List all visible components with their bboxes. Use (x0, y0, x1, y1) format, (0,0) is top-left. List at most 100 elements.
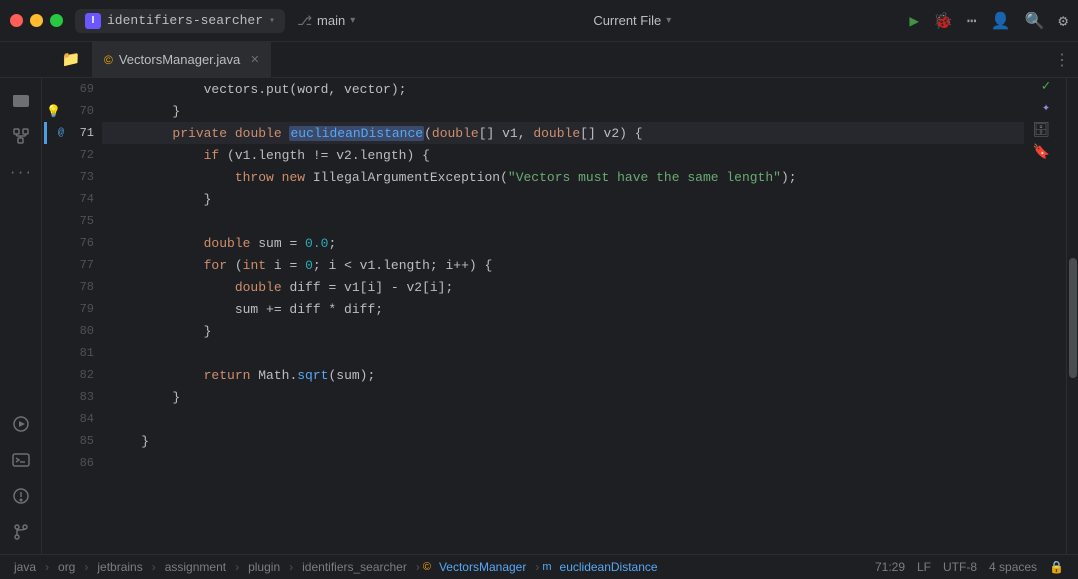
gutter-line-71: @ 71 (42, 122, 102, 144)
code-line-80: } (102, 320, 1024, 342)
tab-more-button[interactable]: ⋮ (1054, 50, 1078, 70)
sidebar-icon-git[interactable] (5, 516, 37, 548)
breadcrumb: java › org › jetbrains › assignment › pl… (8, 560, 869, 574)
code-line-73: throw new IllegalArgumentException("Vect… (102, 166, 1024, 188)
project-selector[interactable]: I identifiers-searcher ▾ (75, 9, 285, 33)
bookmark-icon[interactable]: 🔖 (1033, 144, 1050, 161)
tab-java-icon: © (104, 53, 113, 67)
database-icon[interactable]: 🗄 (1032, 122, 1050, 139)
close-button[interactable] (10, 14, 23, 27)
code-editor[interactable]: vectors.put(word, vector); } private dou… (102, 78, 1024, 554)
code-line-77: for (int i = 0; i < v1.length; i++) { (102, 254, 1024, 276)
gutter-line-86: 86 (42, 452, 102, 474)
code-line-85: } (102, 430, 1024, 452)
maximize-button[interactable] (50, 14, 63, 27)
account-icon[interactable]: 👤 (991, 11, 1011, 31)
code-line-84 (102, 408, 1024, 430)
project-dropdown-icon: ▾ (269, 15, 275, 27)
gutter-line-84: 84 (42, 408, 102, 430)
gutter-line-72: 72 (42, 144, 102, 166)
right-gutter: ✓ ✦ 🗄 🔖 (1024, 78, 1066, 554)
gutter-line-79: 79 (42, 298, 102, 320)
current-file-dropdown-icon: ▾ (666, 15, 671, 26)
code-line-76: double sum = 0.0; (102, 232, 1024, 254)
traffic-lights (10, 14, 63, 27)
breadcrumb-java[interactable]: java (8, 560, 42, 574)
title-bar: I identifiers-searcher ▾ ⎇ main ▾ Curren… (0, 0, 1078, 42)
code-line-81 (102, 342, 1024, 364)
code-line-82: return Math.sqrt(sum); (102, 364, 1024, 386)
tab-bar: 📁 © VectorsManager.java ✕ ⋮ (0, 42, 1078, 78)
settings-icon[interactable]: ⚙ (1058, 11, 1068, 31)
gutter-line-82: 82 (42, 364, 102, 386)
tab-close-button[interactable]: ✕ (250, 53, 259, 66)
sidebar-icon-run[interactable] (5, 408, 37, 440)
code-line-71: private double euclideanDistance(double[… (102, 122, 1024, 144)
scrollbar-thumb[interactable] (1069, 258, 1077, 378)
status-right: 71:29 LF UTF-8 4 spaces 🔒 (869, 560, 1070, 574)
sidebar-icon-warning[interactable] (5, 480, 37, 512)
gutter-line-80: 80 (42, 320, 102, 342)
sidebar-icon-terminal[interactable] (5, 444, 37, 476)
main-content: ··· 69 💡 70 @ 71 72 73 74 75 76 (0, 78, 1078, 554)
tab-name: VectorsManager.java (119, 52, 240, 67)
code-line-83: } (102, 386, 1024, 408)
more-actions-button[interactable]: ⋯ (967, 11, 977, 31)
branch-name: main (317, 13, 345, 28)
run-button[interactable]: ▶ (909, 11, 919, 31)
lock-icon[interactable]: 🔒 (1043, 560, 1070, 574)
gutter-line-69: 69 (42, 78, 102, 100)
code-line-75 (102, 210, 1024, 232)
debug-icon[interactable]: 🐞 (933, 11, 953, 31)
sidebar-icon-structure[interactable] (5, 120, 37, 152)
ai-sparkle-icon[interactable]: ✦ (1042, 100, 1050, 115)
gutter-line-81: 81 (42, 342, 102, 364)
project-name: identifiers-searcher (107, 13, 263, 28)
breadcrumb-identifiers-searcher[interactable]: identifiers_searcher (296, 560, 413, 574)
line-ending[interactable]: LF (911, 560, 937, 574)
sidebar-icon-folder[interactable] (5, 84, 37, 116)
breadcrumb-vectors-manager[interactable]: VectorsManager (433, 560, 532, 574)
breadcrumb-euclidean-distance[interactable]: euclideanDistance (554, 560, 664, 574)
gutter-line-70: 💡 70 (42, 100, 102, 122)
line-number-gutter: 69 💡 70 @ 71 72 73 74 75 76 77 78 79 80 … (42, 78, 102, 554)
branch-selector[interactable]: ⎇ main ▾ (297, 13, 355, 29)
minimize-button[interactable] (30, 14, 43, 27)
code-line-86 (102, 452, 1024, 474)
encoding[interactable]: UTF-8 (937, 560, 983, 574)
gutter-line-73: 73 (42, 166, 102, 188)
gutter-line-83: 83 (42, 386, 102, 408)
sidebar-icon-more[interactable]: ··· (5, 156, 37, 188)
current-file-label: Current File (593, 13, 661, 28)
project-icon: I (85, 13, 101, 29)
breadcrumb-org[interactable]: org (52, 560, 81, 574)
breadcrumb-assignment[interactable]: assignment (159, 560, 232, 574)
code-line-78: double diff = v1[i] - v2[i]; (102, 276, 1024, 298)
tab-vectorsmanager[interactable]: © VectorsManager.java ✕ (92, 42, 272, 78)
gutter-line-76: 76 (42, 232, 102, 254)
left-sidebar: ··· (0, 78, 42, 554)
cursor-position[interactable]: 71:29 (869, 560, 911, 574)
vertical-scrollbar[interactable] (1066, 78, 1078, 554)
breadcrumb-plugin[interactable]: plugin (242, 560, 286, 574)
project-tree-toggle[interactable]: 📁 (50, 50, 92, 69)
gutter-line-75: 75 (42, 210, 102, 232)
gutter-line-78: 78 (42, 276, 102, 298)
code-line-70: } (102, 100, 1024, 122)
breadcrumb-jetbrains[interactable]: jetbrains (91, 560, 148, 574)
code-area: vectors.put(word, vector); } private dou… (102, 78, 1024, 474)
gutter-line-85: 85 (42, 430, 102, 452)
code-line-79: sum += diff * diff; (102, 298, 1024, 320)
code-line-74: } (102, 188, 1024, 210)
code-line-72: if (v1.length != v2.length) { (102, 144, 1024, 166)
current-file-selector[interactable]: Current File ▾ (593, 13, 671, 28)
title-center: Current File ▾ (355, 13, 909, 28)
code-line-69: vectors.put(word, vector); (102, 78, 1024, 100)
search-icon[interactable]: 🔍 (1024, 11, 1044, 31)
checkmark-icon: ✓ (1042, 78, 1050, 95)
gutter-line-77: 77 (42, 254, 102, 276)
branch-icon: ⎇ (297, 13, 312, 29)
title-actions: ▶ 🐞 ⋯ 👤 🔍 ⚙ (909, 11, 1068, 31)
gutter-line-74: 74 (42, 188, 102, 210)
indent-setting[interactable]: 4 spaces (983, 560, 1043, 574)
